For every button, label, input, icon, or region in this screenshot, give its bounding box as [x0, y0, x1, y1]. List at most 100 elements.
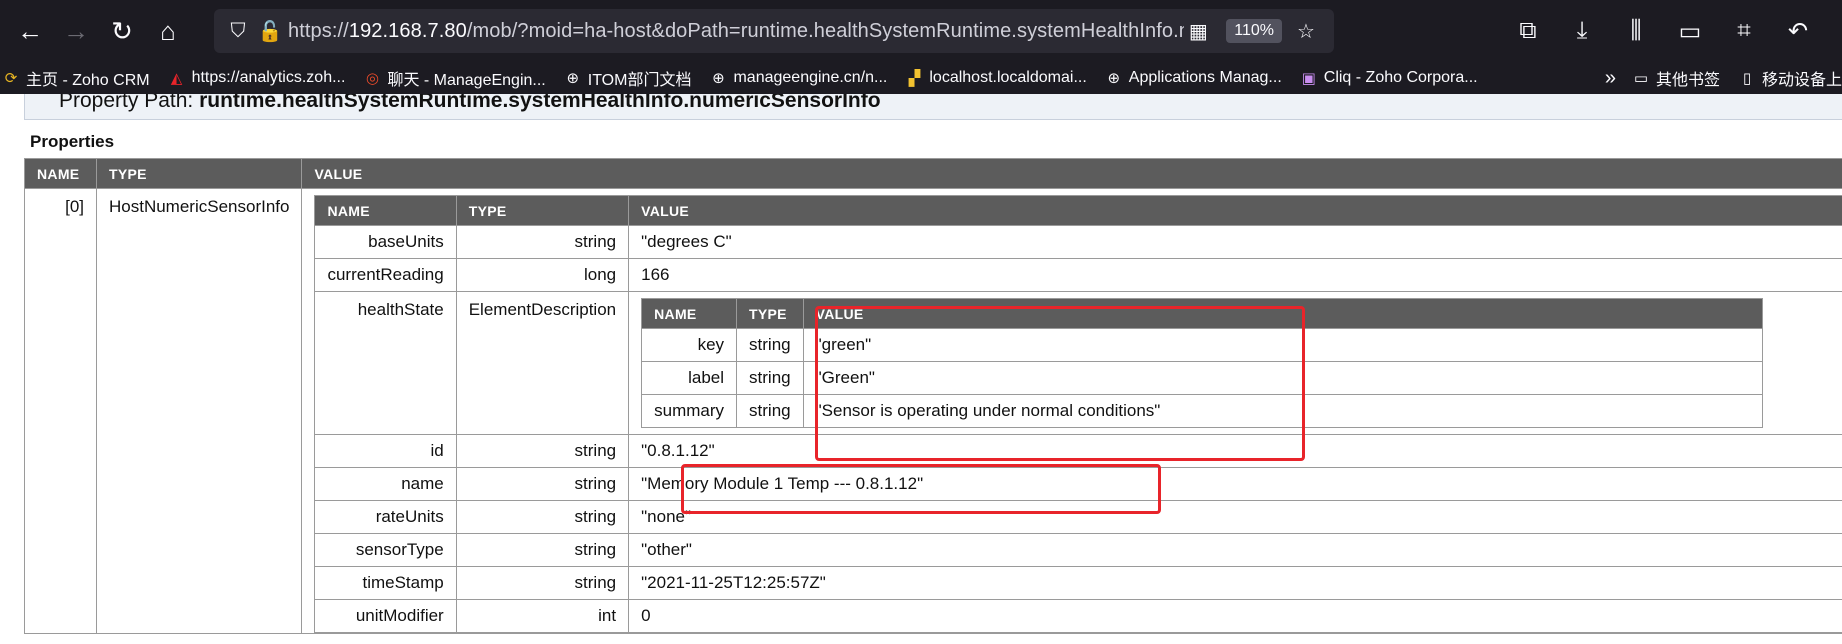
zoho-icon: ⟳ [4, 70, 18, 87]
bookmark-label: manageengine.cn/n... [733, 69, 888, 86]
row-type-cell: string [455, 500, 630, 534]
lock-icon[interactable]: 🔓 [256, 19, 284, 44]
row-type-cell: string [736, 394, 804, 428]
table-row: sensorType string "other" [314, 533, 1842, 567]
bookmarks-bar: ⟳ 主页 - Zoho CRM ◭ https://analytics.zoh...… [0, 62, 1842, 94]
qr-code-icon[interactable]: ▦ [1184, 19, 1212, 44]
row-name-cell: [0] [24, 188, 97, 634]
url-host: 192.168.7.80 [348, 19, 467, 42]
table-row: timeStamp string "2021-11-25T12:25:57Z" [314, 566, 1842, 600]
bookmark-label: localhost.localdomai... [929, 69, 1087, 86]
forward-arrow-icon[interactable]: → [56, 11, 96, 51]
undo-icon[interactable]: ↶ [1778, 11, 1818, 51]
zoom-level-button[interactable]: 110% [1226, 19, 1282, 43]
column-header-value: VALUE [301, 158, 1842, 189]
row-value-cell: 166 [628, 258, 1842, 292]
mobile-bookmarks-folder[interactable]: ▯ 移动设备上 [1738, 66, 1842, 90]
row-value-cell: NAME TYPE VALUE key string "green" label… [628, 291, 1842, 435]
row-name-cell: id [314, 434, 457, 468]
reader-view-icon[interactable]: ▭ [1670, 11, 1710, 51]
bookmark-item[interactable]: ⊕ ITOM部门文档 [564, 66, 691, 90]
row-type-cell: string [455, 566, 630, 600]
bookmark-item[interactable]: ▞ localhost.localdomai... [905, 69, 1087, 87]
table-row: rateUnits string "none" [314, 500, 1842, 534]
row-value-cell: "green" [802, 328, 1764, 362]
table-row: currentReading long 166 [314, 258, 1842, 292]
row-value-cell: "Green" [802, 361, 1764, 395]
table-row: key string "green" [641, 328, 1764, 362]
row-type-cell: long [455, 258, 630, 292]
other-bookmarks-folder[interactable]: ▭ 其他书签 [1632, 66, 1720, 90]
other-bookmarks-label: 其他书签 [1655, 72, 1720, 89]
column-header-type: TYPE [95, 158, 303, 189]
globe-icon: ⊕ [1107, 70, 1121, 87]
bookmark-item[interactable]: ⟳ 主页 - Zoho CRM [2, 66, 150, 90]
crop-icon[interactable]: ⌗ [1724, 11, 1764, 51]
library-icon[interactable]: ⫼ [1616, 11, 1656, 51]
bookmark-item[interactable]: ⊕ Applications Manag... [1105, 69, 1281, 87]
health-state-table: NAME TYPE VALUE key string "green" label… [641, 298, 1764, 428]
bookmarks-overflow-chevron-icon[interactable]: » [1605, 67, 1616, 90]
column-header-type: TYPE [736, 298, 804, 329]
row-type-cell: string [455, 434, 630, 468]
row-name-cell: unitModifier [314, 599, 457, 633]
table-row: baseUnits string "degrees C" [314, 225, 1842, 259]
row-name-cell: timeStamp [314, 566, 457, 600]
row-value-cell: "degrees C" [628, 225, 1842, 259]
downloads-icon[interactable]: ⤓ [1562, 11, 1602, 51]
globe-icon: ⊕ [712, 70, 725, 87]
reload-icon[interactable]: ↻ [102, 11, 142, 51]
column-header-value: VALUE [628, 195, 1842, 226]
folder-icon: ▭ [1633, 70, 1649, 87]
bookmark-label: 主页 - Zoho CRM [26, 72, 150, 89]
table-row: healthState ElementDescription NAME TYPE… [314, 291, 1842, 435]
extensions-icon[interactable]: ⧉ [1508, 11, 1548, 51]
bookmark-item[interactable]: ◭ https://analytics.zoh... [168, 69, 346, 87]
property-path-box: Property Path: runtime.healthSystemRunti… [24, 94, 1842, 120]
bookmark-item[interactable]: ⊕ manageengine.cn/n... [709, 69, 887, 87]
bookmark-star-icon[interactable]: ☆ [1292, 19, 1320, 44]
page-content: Property Path: runtime.healthSystemRunti… [0, 94, 1842, 644]
row-value-cell: "Memory Module 1 Temp --- 0.8.1.12" [628, 467, 1842, 501]
browser-toolbar: ← → ↻ ⌂ ⛉ 🔓 https://192.168.7.80/mob/?mo… [0, 0, 1842, 62]
bookmark-item[interactable]: ◎ 聊天 - ManageEngin... [363, 66, 546, 90]
back-arrow-icon[interactable]: ← [10, 11, 50, 51]
row-type-cell[interactable]: ElementDescription [455, 291, 630, 435]
row-name-cell: healthState [314, 291, 457, 435]
row-type-cell: string [736, 328, 804, 362]
url-text[interactable]: https://192.168.7.80/mob/?moid=ha-host&d… [288, 20, 1184, 43]
row-type-cell[interactable]: HostNumericSensorInfo [95, 188, 303, 634]
column-header-name: NAME [314, 195, 457, 226]
table-row: label string "Green" [641, 361, 1764, 395]
row-name-cell: summary [641, 394, 738, 428]
row-name-cell: baseUnits [314, 225, 457, 259]
row-value-cell: NAME TYPE VALUE baseUnits string "degree… [301, 188, 1842, 634]
url-scheme: https:// [288, 19, 349, 42]
bookmark-label: Cliq - Zoho Corpora... [1323, 69, 1478, 86]
table-row: unitModifier int 0 [314, 599, 1842, 633]
bookmark-label: 聊天 - ManageEngin... [387, 72, 546, 89]
table-row: id string "0.8.1.12" [314, 434, 1842, 468]
column-header-value: VALUE [802, 298, 1764, 329]
row-name-cell: label [641, 361, 738, 395]
bookmark-item[interactable]: ▣ Cliq - Zoho Corpora... [1300, 69, 1478, 87]
url-path: /mob/?moid=ha-host&doPath=runtime.health… [466, 19, 1184, 42]
chat-icon: ◎ [365, 70, 379, 87]
row-type-cell: string [455, 533, 630, 567]
row-name-cell: currentReading [314, 258, 457, 292]
row-value-cell: 0 [628, 599, 1842, 633]
row-value-cell: "other" [628, 533, 1842, 567]
row-name-cell: key [641, 328, 738, 362]
type-link[interactable]: ElementDescription [469, 300, 616, 319]
row-name-cell: rateUnits [314, 500, 457, 534]
analytics-icon: ◭ [170, 70, 183, 87]
row-value-cell: "2021-11-25T12:25:57Z" [628, 566, 1842, 600]
property-path-value: runtime.healthSystemRuntime.systemHealth… [199, 94, 881, 112]
address-bar[interactable]: ⛉ 🔓 https://192.168.7.80/mob/?moid=ha-ho… [214, 9, 1334, 53]
row-type-cell: int [455, 599, 630, 633]
table-header-row: NAME TYPE VALUE [314, 195, 1842, 226]
shield-icon[interactable]: ⛉ [224, 20, 252, 43]
bookmark-label: https://analytics.zoh... [191, 69, 346, 86]
home-icon[interactable]: ⌂ [148, 11, 188, 51]
type-link[interactable]: HostNumericSensorInfo [109, 197, 289, 216]
